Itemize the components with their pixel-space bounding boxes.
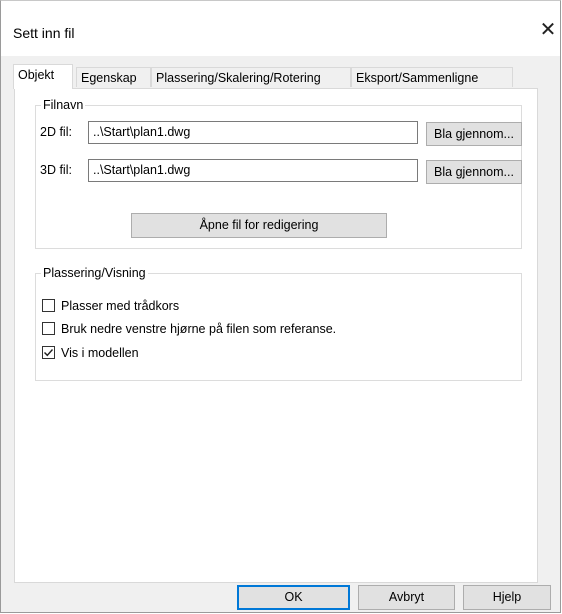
option-label: Vis i modellen <box>61 346 139 360</box>
checkmark-icon <box>44 349 54 357</box>
tab-objekt[interactable]: Objekt <box>13 64 73 89</box>
ok-button[interactable]: OK <box>237 585 350 610</box>
option-label: Plasser med trådkors <box>61 299 180 313</box>
tab-panel-objekt: Filnavn 2D fil: ..\Start\plan1.dwg Bla g… <box>14 88 538 583</box>
file-2d-input[interactable]: ..\Start\plan1.dwg <box>88 121 418 144</box>
plassering-visning-group: Plassering/Visning Plasser med trådkors … <box>35 266 522 381</box>
file-3d-label: 3D fil: <box>40 163 72 177</box>
tab-label: Objekt <box>18 68 55 82</box>
tab-label: Plassering/Skalering/Rotering <box>156 71 321 85</box>
close-icon[interactable]: ✕ <box>537 19 559 41</box>
help-button[interactable]: Hjelp <box>463 585 551 610</box>
tab-plassering-skalering-rotering[interactable]: Plassering/Skalering/Rotering <box>151 67 351 87</box>
tab-egenskap[interactable]: Egenskap <box>76 67 151 87</box>
option-label: Bruk nedre venstre hjørne på filen som r… <box>61 322 337 336</box>
plasser-med-tradkors-checkbox[interactable] <box>42 299 55 312</box>
insert-file-dialog: Sett inn fil ✕ Objekt Egenskap Plasserin… <box>0 0 561 613</box>
cancel-button[interactable]: Avbryt <box>358 585 455 610</box>
browse-3d-button[interactable]: Bla gjennom... <box>426 160 522 184</box>
tab-label: Eksport/Sammenligne <box>356 71 479 85</box>
bruk-nedre-venstre-hjorne-checkbox[interactable] <box>42 322 55 335</box>
open-file-for-editing-button[interactable]: Åpne fil for redigering <box>131 213 387 238</box>
vis-i-modellen-checkbox[interactable] <box>42 346 55 359</box>
file-2d-label: 2D fil: <box>40 125 72 139</box>
filnavn-legend: Filnavn <box>41 98 86 112</box>
window-title: Sett inn fil <box>13 25 75 41</box>
browse-2d-button[interactable]: Bla gjennom... <box>426 122 522 146</box>
plassering-visning-legend: Plassering/Visning <box>41 266 148 280</box>
file-3d-input[interactable]: ..\Start\plan1.dwg <box>88 159 418 182</box>
tab-eksport-sammenligne[interactable]: Eksport/Sammenligne <box>351 67 513 87</box>
filnavn-group: Filnavn 2D fil: ..\Start\plan1.dwg Bla g… <box>35 98 522 249</box>
tab-label: Egenskap <box>81 71 137 85</box>
title-bar: Sett inn fil ✕ <box>1 1 560 56</box>
